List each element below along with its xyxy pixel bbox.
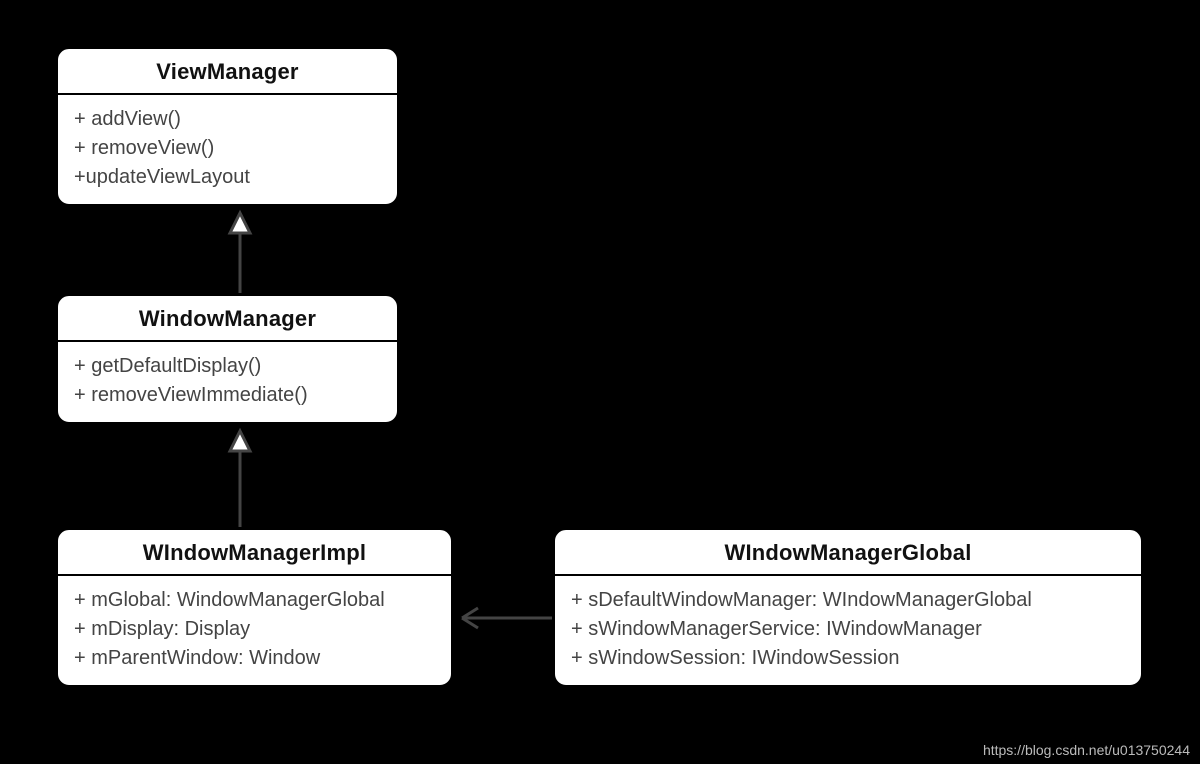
class-member: + mGlobal: WindowManagerGlobal [74, 586, 435, 615]
class-member: + removeViewImmediate() [74, 381, 381, 410]
class-member: +updateViewLayout [74, 163, 381, 192]
class-member: + sWindowSession: IWindowSession [571, 644, 1125, 673]
class-member: + sWindowManagerService: IWindowManager [571, 615, 1125, 644]
class-body: + mGlobal: WindowManagerGlobal + mDispla… [58, 576, 451, 685]
class-member: + mDisplay: Display [74, 615, 435, 644]
class-title: WindowManager [58, 296, 397, 342]
class-box-windowmanagerglobal: WIndowManagerGlobal + sDefaultWindowMana… [552, 527, 1144, 688]
class-member: + removeView() [74, 134, 381, 163]
class-member: + addView() [74, 105, 381, 134]
class-body: + addView() + removeView() +updateViewLa… [58, 95, 397, 204]
class-member: + getDefaultDisplay() [74, 352, 381, 381]
class-title: WIndowManagerGlobal [555, 530, 1141, 576]
class-member: + sDefaultWindowManager: WIndowManagerGl… [571, 586, 1125, 615]
class-box-windowmanager: WindowManager + getDefaultDisplay() + re… [55, 293, 400, 425]
class-body: + getDefaultDisplay() + removeViewImmedi… [58, 342, 397, 422]
class-title: WIndowManagerImpl [58, 530, 451, 576]
class-body: + sDefaultWindowManager: WIndowManagerGl… [555, 576, 1141, 685]
class-member: + mParentWindow: Window [74, 644, 435, 673]
watermark: https://blog.csdn.net/u013750244 [983, 742, 1190, 758]
class-box-viewmanager: ViewManager + addView() + removeView() +… [55, 46, 400, 207]
class-title: ViewManager [58, 49, 397, 95]
class-box-windowmanagerimpl: WIndowManagerImpl + mGlobal: WindowManag… [55, 527, 454, 688]
